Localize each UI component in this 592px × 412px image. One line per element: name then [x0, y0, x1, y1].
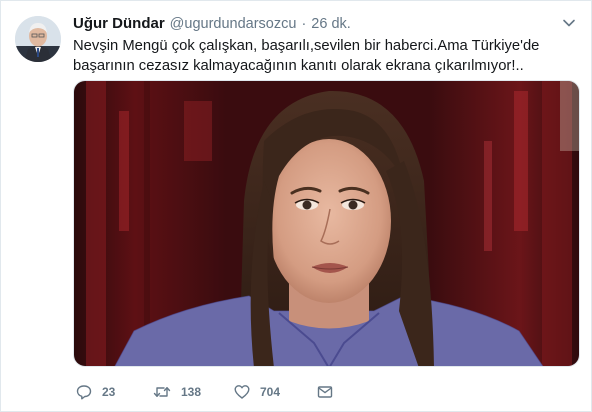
retweet-icon — [153, 387, 171, 397]
tweet-photo[interactable] — [73, 80, 580, 367]
direct-message-button[interactable] — [317, 381, 333, 403]
tweet-timestamp[interactable]: 26 dk. — [311, 16, 351, 32]
heart-icon — [234, 385, 250, 399]
tweet-text-line: Nevşin Mengü çok çalışkan, başarılı,sevi… — [73, 38, 540, 54]
news-anchor-photo — [74, 81, 579, 366]
tweet-text: Nevşin Mengü çok çalışkan, başarılı,sevi… — [73, 37, 573, 76]
tweet-card: Uğur Dündar @ugurdundarsozcu · 26 dk. Ne… — [0, 0, 592, 412]
avatar-image — [15, 16, 61, 62]
tweet-actions: 23 138 704 — [73, 381, 373, 403]
avatar[interactable] — [15, 16, 61, 62]
author-name[interactable]: Uğur Dündar — [73, 15, 165, 32]
tweet-header: Uğur Dündar @ugurdundarsozcu · 26 dk. — [73, 15, 551, 35]
retweet-count: 138 — [181, 385, 202, 399]
author-handle[interactable]: @ugurdundarsozcu — [170, 16, 297, 32]
reply-count: 23 — [102, 385, 116, 399]
tweet-text-line: başarının cezasız kalmayacağının kanıtı … — [73, 57, 524, 74]
envelope-icon — [317, 386, 333, 398]
retweet-button[interactable]: 138 — [153, 381, 201, 403]
like-button[interactable]: 704 — [234, 381, 280, 403]
reply-button[interactable]: 23 — [76, 381, 115, 403]
like-count: 704 — [260, 385, 281, 399]
reply-icon — [76, 385, 92, 400]
header-separator: · — [301, 16, 307, 32]
chevron-down-icon[interactable] — [561, 15, 577, 31]
